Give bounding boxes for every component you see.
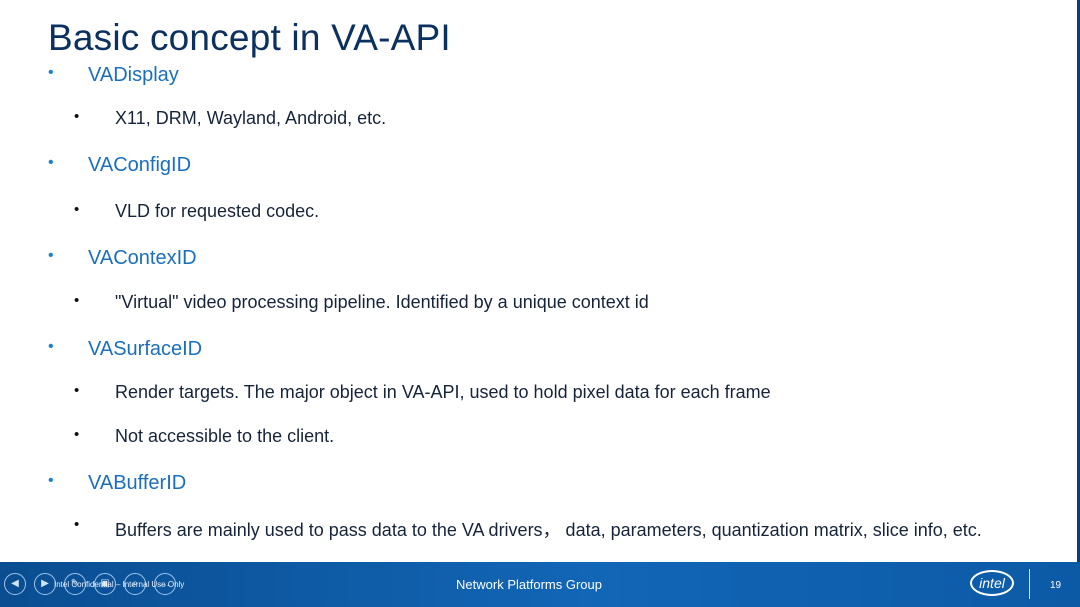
bullet-text: X11, DRM, Wayland, Android, etc. bbox=[115, 108, 387, 128]
bullet-icon: • bbox=[48, 154, 54, 171]
slide-title: Basic concept in VA-API bbox=[48, 17, 451, 58]
bullet-icon: • bbox=[74, 516, 80, 533]
bullet-icon: • bbox=[48, 64, 54, 81]
bullet-icon: • bbox=[74, 382, 80, 399]
bullet-icon: • bbox=[74, 201, 80, 218]
bullet-text: VAContexID bbox=[88, 247, 197, 269]
bullet-text: "Virtual" video processing pipeline. Ide… bbox=[115, 292, 649, 312]
bullet-icon: • bbox=[74, 426, 80, 443]
page-number: 19 bbox=[1050, 580, 1062, 591]
bullet-text: VADisplay bbox=[88, 64, 179, 86]
footer-bar: ◀ ▶ ✎ ▣ ⌕… Intel Confidential – Internal Use… bbox=[0, 562, 1080, 607]
group-name: Network Platforms Group bbox=[456, 577, 602, 592]
bullet-icon: • bbox=[48, 338, 54, 355]
bullet-text: Not accessible to the client. bbox=[115, 426, 335, 446]
bullet-text: Render targets. The major object in VA-A… bbox=[115, 382, 771, 402]
bullet-text: VASurfaceID bbox=[88, 338, 203, 360]
bullet-icon: • bbox=[74, 292, 80, 309]
bullet-icon: • bbox=[48, 247, 54, 264]
intel-logo: intel bbox=[970, 570, 1014, 596]
bullet-text: VLD for requested codec. bbox=[115, 201, 320, 221]
footer-divider bbox=[1029, 569, 1030, 599]
bullet-text: Buffers are mainly used to pass data to … bbox=[115, 520, 982, 540]
bullet-icon: • bbox=[74, 108, 80, 125]
bullet-icon: • bbox=[48, 472, 54, 489]
bullet-text: VAConfigID bbox=[88, 154, 192, 176]
bullet-text: VABufferID bbox=[88, 472, 187, 494]
